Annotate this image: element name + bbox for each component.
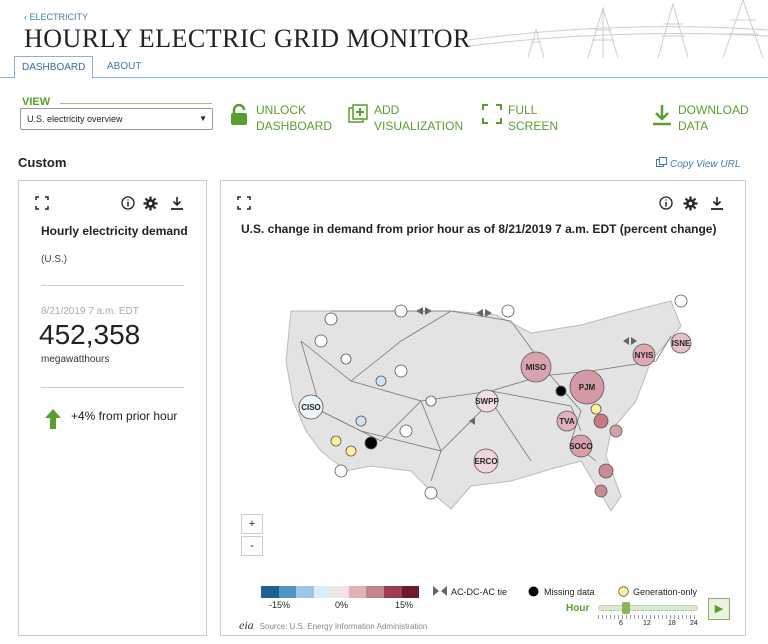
download-icon — [653, 105, 671, 126]
zoom-in-button[interactable]: + — [241, 514, 263, 534]
node-label-erco: ERCO — [474, 457, 497, 466]
expand-icon[interactable] — [237, 196, 251, 210]
hour-slider[interactable]: 6 12 18 24 — [598, 602, 698, 627]
download-label-1: DOWNLOAD — [678, 103, 749, 117]
add-label-1: ADD — [374, 103, 400, 117]
demand-map-panel: U.S. change in demand from prior hour as… — [220, 180, 746, 636]
legend-generation-label: Generation-only — [633, 587, 698, 597]
expand-icon[interactable] — [35, 196, 49, 210]
fullscreen-icon — [482, 104, 502, 124]
scale-tick-high: 15% — [395, 600, 414, 610]
hour-tick-6: 6 — [619, 620, 623, 627]
demand-metric-panel: Hourly electricity demand (U.S.) 8/21/20… — [18, 180, 207, 636]
node-label-nyis: NYIS — [635, 351, 654, 360]
metric-change: +4% from prior hour — [71, 409, 178, 423]
gear-icon[interactable] — [143, 196, 158, 211]
tie-icon — [433, 586, 447, 596]
download-label-2: DATA — [678, 119, 709, 133]
color-scale — [261, 586, 420, 598]
toolbar: VIEW U.S. electricity overview ▼ UNLOCK D… — [0, 88, 768, 138]
arrow-up-icon — [45, 409, 61, 429]
slider-thumb[interactable] — [622, 602, 630, 614]
play-button[interactable]: ▶ — [708, 598, 730, 620]
scale-tick-mid: 0% — [335, 600, 349, 610]
metric-value: 452,358 — [39, 319, 141, 350]
download-icon[interactable] — [710, 196, 724, 210]
divider — [41, 387, 184, 388]
legend-tie-label: AC-DC-AC tie — [451, 587, 508, 597]
view-select-value: U.S. electricity overview — [27, 114, 123, 124]
slider-ticks — [598, 615, 698, 619]
gear-icon[interactable] — [683, 196, 698, 211]
map-title: U.S. change in demand from prior hour as… — [241, 222, 717, 236]
full-label-1: FULL — [508, 103, 538, 117]
source-note: eia Source: U.S. Energy Information Admin… — [239, 618, 427, 633]
scale-tick-low: -15% — [269, 600, 291, 610]
us-grid-map[interactable]: CISO SWPP ERCO MISO PJM TVA SOCO NYIS IS… — [251, 281, 701, 521]
missing-data-dot-icon — [528, 586, 539, 597]
metric-region: (U.S.) — [41, 254, 68, 265]
copy-view-url-label: Copy View URL — [670, 159, 741, 170]
section-title: Custom — [18, 155, 67, 170]
add-chart-icon — [348, 104, 368, 123]
copy-icon — [656, 157, 667, 167]
lock-icon — [231, 104, 247, 125]
hour-label: Hour — [566, 603, 590, 614]
node-label-ciso: CISO — [301, 403, 321, 412]
power-tower-banner — [468, 0, 768, 58]
source-text: Source: U.S. Energy Information Administ… — [259, 622, 428, 631]
view-divider — [60, 103, 212, 104]
node-label-tva: TVA — [559, 417, 575, 426]
tab-bar: DASHBOARD ABOUT — [0, 56, 768, 79]
metric-title: Hourly electricity demand — [41, 224, 188, 238]
metric-date: 8/21/2019 7 a.m. EDT — [41, 306, 139, 317]
zoom-out-button[interactable]: - — [241, 536, 263, 556]
chevron-down-icon: ▼ — [199, 114, 207, 123]
info-icon[interactable] — [659, 196, 673, 210]
hour-tick-18: 18 — [668, 620, 676, 627]
full-label-2: SCREEN — [508, 119, 559, 133]
tab-about[interactable]: ABOUT — [100, 56, 148, 78]
generation-only-dot-icon — [618, 586, 629, 597]
tab-dashboard[interactable]: DASHBOARD — [14, 56, 94, 79]
hour-tick-12: 12 — [643, 620, 651, 627]
node-label-soco: SOCO — [569, 442, 593, 451]
divider — [41, 285, 184, 286]
eia-logo: eia — [239, 618, 254, 632]
metric-unit: megawatthours — [41, 354, 110, 365]
copy-view-url-link[interactable]: Copy View URL — [656, 157, 740, 170]
page-title: HOURLY ELECTRIC GRID MONITOR — [24, 24, 471, 53]
view-label: VIEW — [22, 96, 51, 108]
node-label-isne: ISNE — [672, 339, 691, 348]
hour-tick-24: 24 — [690, 620, 698, 627]
node-label-miso: MISO — [526, 363, 546, 372]
info-icon[interactable] — [121, 196, 135, 210]
view-select[interactable]: U.S. electricity overview ▼ — [20, 108, 213, 130]
add-label-2: VISUALIZATION — [374, 119, 464, 133]
download-icon[interactable] — [170, 196, 184, 210]
unlock-label-2: DASHBOARD — [256, 119, 333, 133]
breadcrumb[interactable]: ‹ ELECTRICITY — [24, 12, 88, 22]
node-label-pjm: PJM — [579, 383, 596, 392]
legend-missing-label: Missing data — [544, 587, 595, 597]
slider-track — [598, 605, 698, 611]
unlock-label-1: UNLOCK — [256, 103, 307, 117]
play-icon: ▶ — [714, 603, 724, 615]
node-label-swpp: SWPP — [475, 397, 499, 406]
